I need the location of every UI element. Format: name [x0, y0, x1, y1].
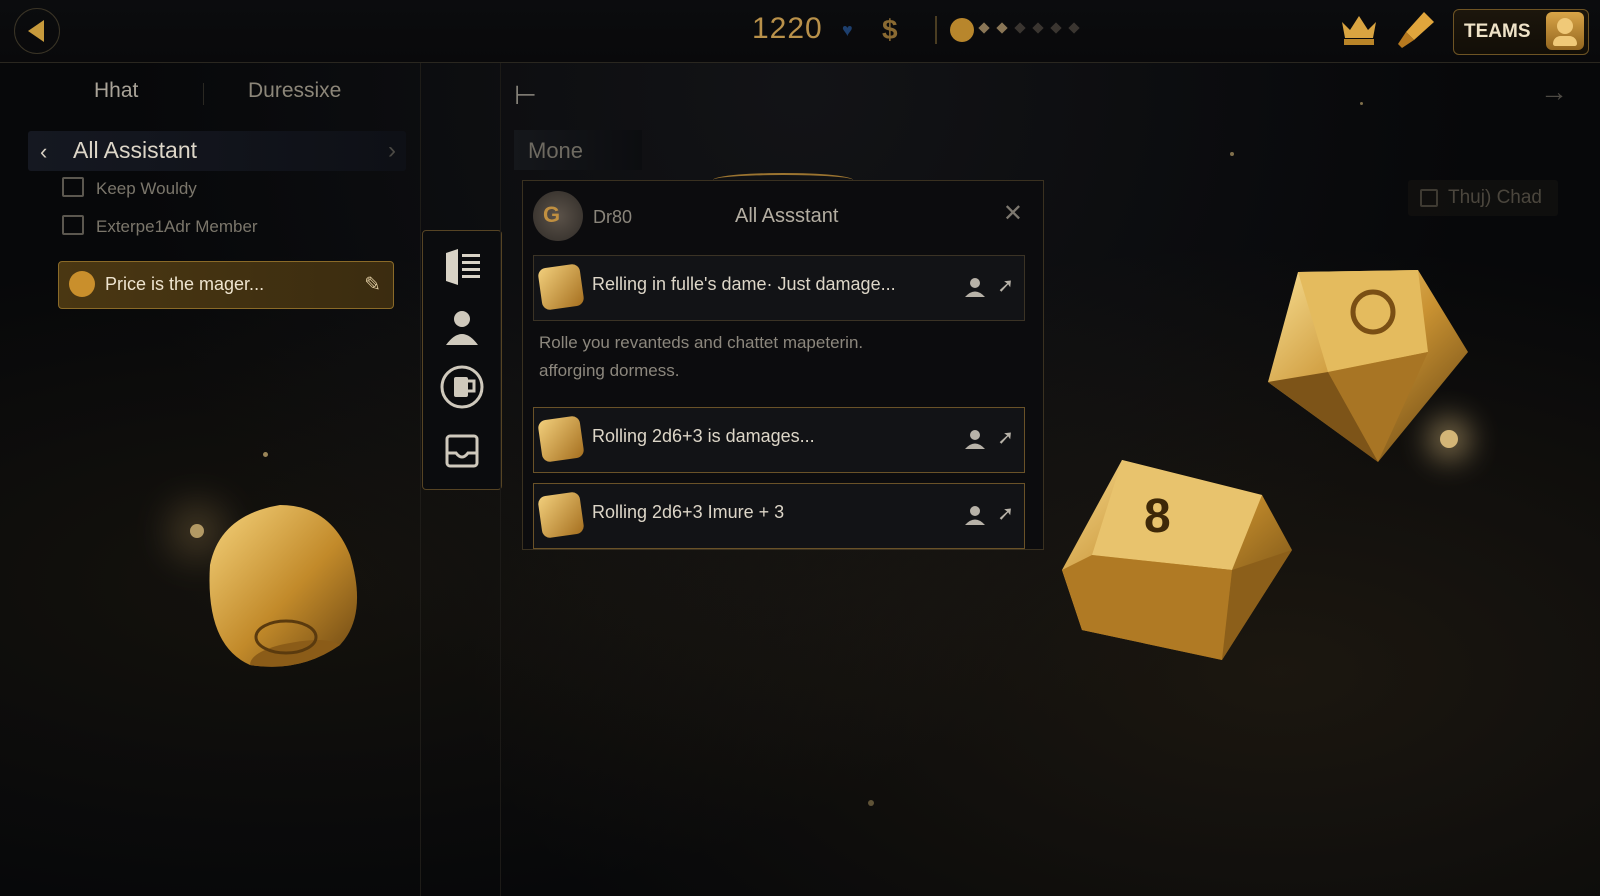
message-text: Relling in fulle's dame· Just damage... — [592, 274, 896, 294]
crown-icon[interactable] — [1340, 12, 1378, 46]
spark — [1230, 152, 1234, 156]
share-arrow-icon[interactable]: ➚ — [997, 425, 1014, 450]
chat-message[interactable]: Relling in fulle's dame· Just damage... … — [533, 255, 1025, 321]
list-icon — [62, 177, 84, 197]
dice-icon — [537, 263, 585, 311]
brush-icon[interactable] — [1396, 10, 1436, 50]
book-icon[interactable] — [440, 245, 484, 289]
chevron-left-icon[interactable]: ‹ — [40, 139, 47, 165]
tab-duressixe[interactable]: Duressixe — [248, 79, 341, 103]
close-icon[interactable]: ✕ — [1003, 199, 1023, 228]
dice-icon — [537, 415, 585, 463]
heart-icon: ♥ — [842, 20, 853, 40]
panel-divider — [500, 63, 501, 896]
thuj-chad-button[interactable]: Thuj) Chad — [1408, 180, 1558, 216]
teams-button[interactable]: TEAMS — [1453, 9, 1589, 55]
mone-field[interactable]: Mone — [514, 130, 642, 170]
top-bar: 1220 ♥ $ TEAMS — [0, 0, 1600, 63]
back-icon — [27, 20, 44, 42]
badge-icon — [69, 271, 95, 297]
highlighted-item-label: Price is the mager... — [105, 274, 265, 294]
lock-icon — [1420, 189, 1438, 207]
sidebar-item-keep-wouldy[interactable]: Keep Wouldy — [62, 177, 197, 199]
sidebar-item-label: Keep Wouldy — [96, 179, 197, 198]
chat-title: All Assstant — [735, 205, 839, 227]
chat-message[interactable]: Rolling 2d6+3 Imure + 3 ➚ — [533, 483, 1025, 549]
chat-username: Dr80 — [593, 207, 633, 227]
sidebar-item-label: Exterpe1Adr Member — [96, 217, 258, 236]
user-icon[interactable] — [964, 276, 986, 298]
ornament — [713, 173, 853, 187]
tool-icon-bar — [422, 230, 502, 490]
progress-dots — [978, 22, 1080, 34]
tab-divider — [203, 83, 204, 105]
dollar-icon: $ — [882, 14, 898, 45]
chat-body-line: Rolle you revanteds and chattet mapeteri… — [539, 333, 864, 352]
member-icon — [62, 215, 84, 235]
highlighted-item[interactable]: Price is the mager... ✎ — [58, 261, 394, 309]
spark — [1360, 102, 1363, 105]
share-arrow-icon[interactable]: ➚ — [997, 501, 1014, 526]
thuj-chad-label: Thuj) Chad — [1448, 187, 1542, 208]
chat-body-line: afforging dormess. — [539, 361, 680, 380]
dice-icon — [537, 491, 585, 539]
svg-text:8: 8 — [1144, 490, 1171, 543]
sidebar-tabs: Hhat Duressixe — [28, 75, 410, 115]
divider — [935, 16, 937, 44]
avatar — [1546, 12, 1584, 50]
user-icon[interactable] — [964, 428, 986, 450]
pen-icon[interactable]: ✎ — [364, 272, 381, 297]
chat-avatar: G — [533, 191, 583, 241]
mone-label: Mone — [528, 138, 584, 163]
gold-die-top-right — [1268, 270, 1468, 462]
share-arrow-icon[interactable]: ➚ — [997, 273, 1014, 298]
gold-die-bottom-right: 8 — [1062, 460, 1292, 660]
mug-icon[interactable] — [440, 365, 484, 409]
chat-message[interactable]: Rolling 2d6+3 is damages... ➚ — [533, 407, 1025, 473]
score-counter: 1220 — [752, 12, 823, 45]
arrow-right-icon[interactable]: → — [1540, 76, 1568, 108]
left-sidebar: Hhat Duressixe ‹ All Assistant › Keep Wo… — [0, 63, 421, 896]
sidebar-item-member[interactable]: Exterpe1Adr Member — [62, 215, 258, 237]
assistant-title: All Assistant — [73, 137, 197, 163]
collapse-icon[interactable]: ⊢ — [514, 80, 537, 111]
spark — [868, 800, 874, 806]
teams-label: TEAMS — [1464, 21, 1531, 42]
inbox-icon[interactable] — [440, 429, 484, 473]
assistant-header[interactable]: ‹ All Assistant › — [28, 131, 406, 171]
chat-panel: G Dr80 All Assstant ✕ Relling in fulle's… — [522, 173, 1044, 550]
chevron-right-icon[interactable]: › — [388, 137, 396, 165]
tab-hhat[interactable]: Hhat — [94, 79, 138, 103]
user-icon[interactable] — [440, 305, 484, 349]
message-text: Rolling 2d6+3 Imure + 3 — [592, 502, 785, 522]
back-button[interactable] — [14, 8, 60, 54]
face-icon — [950, 18, 974, 42]
message-text: Rolling 2d6+3 is damages... — [592, 426, 815, 446]
user-icon[interactable] — [964, 504, 986, 526]
